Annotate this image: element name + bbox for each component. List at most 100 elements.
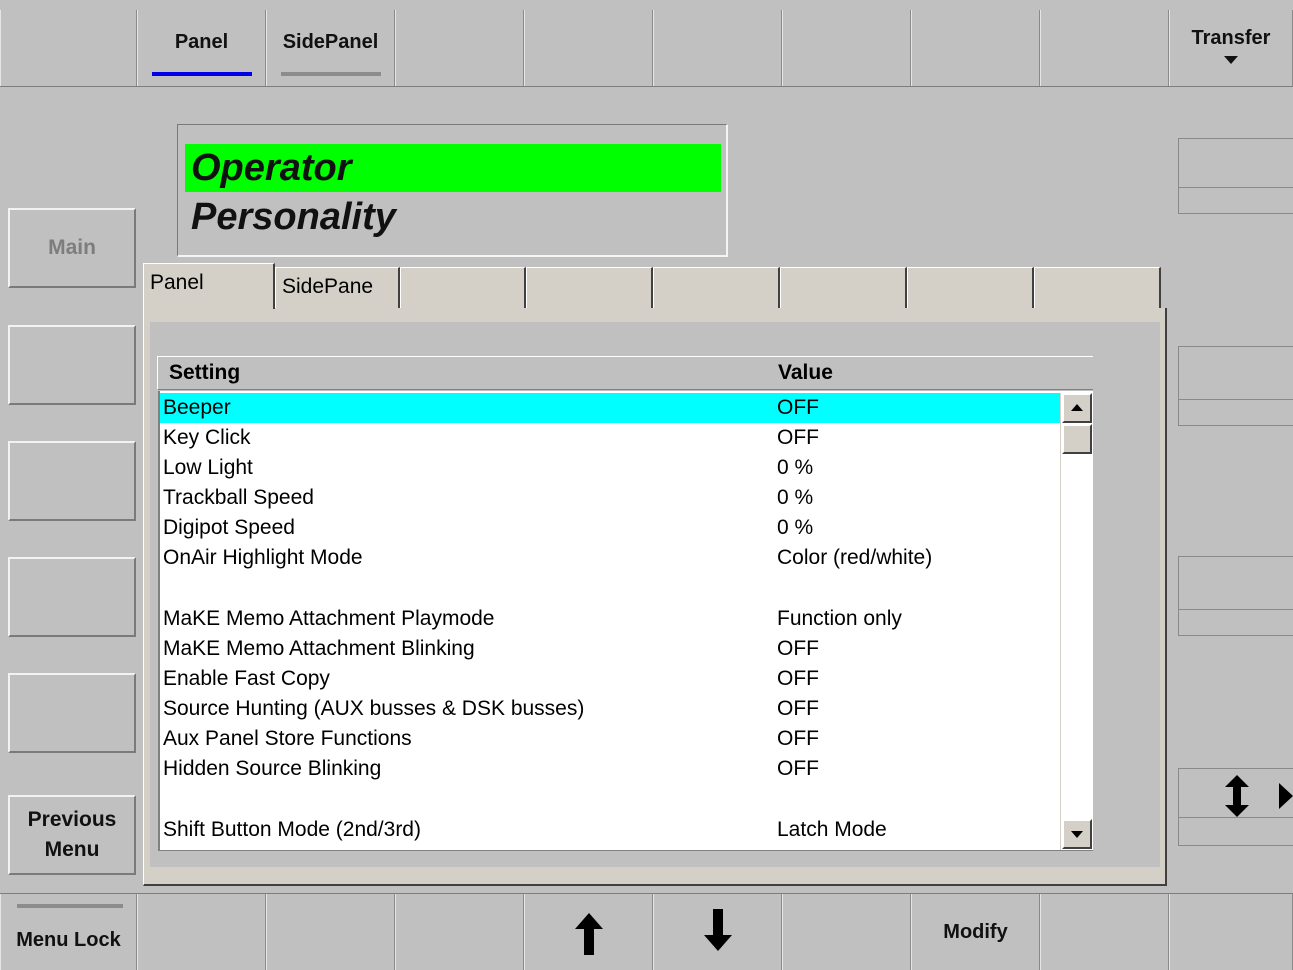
inner-tab-sidepane[interactable]: SidePane bbox=[275, 267, 400, 309]
inner-tab-empty-4[interactable] bbox=[780, 267, 907, 309]
table-row[interactable]: Enable Fast Copy OFF bbox=[160, 664, 1060, 694]
scroll-down-arrow-icon bbox=[1071, 831, 1083, 838]
top-bar-empty-6[interactable] bbox=[911, 10, 1040, 86]
bottom-bar-empty-2[interactable] bbox=[266, 894, 395, 970]
value-cell: OFF bbox=[777, 727, 819, 750]
left-empty-button-3[interactable] bbox=[8, 557, 136, 637]
top-tab-panel[interactable]: Panel bbox=[137, 10, 266, 86]
modify-button[interactable]: Modify bbox=[911, 894, 1040, 970]
right-empty-button-2[interactable] bbox=[1178, 346, 1293, 426]
bottom-bar-empty-4[interactable] bbox=[782, 894, 911, 970]
active-tab-underline bbox=[152, 72, 252, 76]
vertical-resize-arrows-icon bbox=[1225, 775, 1249, 817]
transfer-button[interactable]: Transfer bbox=[1169, 10, 1293, 86]
table-row[interactable]: MaKE Memo Attachment Blinking OFF bbox=[160, 634, 1060, 664]
scroll-down-button[interactable] bbox=[1062, 819, 1092, 849]
table-row[interactable]: Key Click OFF bbox=[160, 423, 1060, 453]
setting-cell: Source Hunting (AUX busses & DSK busses) bbox=[163, 697, 585, 720]
menu-lock-indicator bbox=[17, 904, 123, 908]
top-bar-empty-3[interactable] bbox=[524, 10, 653, 86]
top-bar-empty-2[interactable] bbox=[395, 10, 524, 86]
vertical-scrollbar[interactable] bbox=[1060, 393, 1092, 850]
bottom-bar-empty-1[interactable] bbox=[137, 894, 266, 970]
inner-tab-panel-label: Panel bbox=[150, 271, 204, 294]
bottom-bar-empty-6[interactable] bbox=[1169, 894, 1293, 970]
inactive-tab-underline bbox=[281, 72, 381, 76]
inner-tab-empty-5[interactable] bbox=[907, 267, 1034, 309]
inner-tab-sidepane-label: SidePane bbox=[282, 275, 374, 298]
scroll-down-arrow-button[interactable] bbox=[653, 894, 782, 970]
setting-cell: Hidden Source Blinking bbox=[163, 757, 382, 780]
top-bar-divider bbox=[0, 86, 1293, 87]
value-cell: 0 % bbox=[777, 456, 814, 479]
scroll-up-arrow-icon bbox=[1071, 404, 1083, 411]
title-line-personality: Personality bbox=[191, 196, 396, 238]
value-cell: Function only bbox=[777, 607, 902, 630]
down-arrow-icon bbox=[703, 909, 732, 951]
top-tab-sidepanel-label: SidePanel bbox=[282, 30, 379, 53]
value-cell: 0 % bbox=[777, 486, 814, 509]
settings-list[interactable]: Beeper OFF Key Click OFF Low Light 0 % T… bbox=[158, 391, 1093, 851]
header-value: Value bbox=[778, 361, 833, 384]
bottom-bar-empty-5[interactable] bbox=[1040, 894, 1169, 970]
value-cell: Color (red/white) bbox=[777, 546, 933, 569]
top-bar-empty-5[interactable] bbox=[782, 10, 911, 86]
setting-cell: Low Light bbox=[163, 456, 253, 479]
inner-tab-empty-6[interactable] bbox=[1034, 267, 1161, 309]
right-empty-button-1[interactable] bbox=[1178, 138, 1293, 214]
left-empty-button-4[interactable] bbox=[8, 673, 136, 753]
top-bar-empty-4[interactable] bbox=[653, 10, 782, 86]
top-caption bbox=[0, 0, 1293, 10]
top-tab-panel-label: Panel bbox=[174, 30, 229, 53]
left-empty-button-1[interactable] bbox=[8, 325, 136, 405]
header-setting: Setting bbox=[169, 361, 241, 384]
table-header: Setting Value bbox=[157, 356, 1093, 390]
table-row[interactable]: Aux Panel Store Functions OFF bbox=[160, 724, 1060, 754]
inner-tab-panel[interactable]: Panel bbox=[143, 263, 275, 309]
scroll-up-button[interactable] bbox=[1062, 393, 1092, 423]
top-bar-empty-1 bbox=[0, 10, 137, 86]
setting-cell: Beeper bbox=[163, 396, 231, 419]
table-row-beeper[interactable]: Beeper OFF bbox=[160, 393, 1060, 423]
right-empty-button-3[interactable] bbox=[1178, 556, 1293, 636]
dropdown-arrow-icon bbox=[1224, 55, 1238, 64]
value-cell: OFF bbox=[777, 426, 819, 449]
setting-cell: Aux Panel Store Functions bbox=[163, 727, 412, 750]
table-row[interactable]: Digipot Speed 0 % bbox=[160, 513, 1060, 543]
bottom-bar-empty-3[interactable] bbox=[395, 894, 524, 970]
value-cell: OFF bbox=[777, 697, 819, 720]
inner-tab-empty-1[interactable] bbox=[400, 267, 526, 309]
table-row[interactable]: Low Light 0 % bbox=[160, 453, 1060, 483]
table-row[interactable]: Shift Button Mode (2nd/3rd) Latch Mode bbox=[160, 815, 1060, 845]
table-row[interactable]: Hidden Source Blinking OFF bbox=[160, 754, 1060, 784]
value-cell: OFF bbox=[777, 396, 819, 419]
inner-tab-empty-3[interactable] bbox=[653, 267, 780, 309]
transfer-label: Transfer bbox=[1191, 26, 1271, 49]
table-row[interactable]: MaKE Memo Attachment Playmode Function o… bbox=[160, 604, 1060, 634]
setting-cell: Enable Fast Copy bbox=[163, 667, 330, 690]
setting-cell: Key Click bbox=[163, 426, 251, 449]
value-cell: OFF bbox=[777, 637, 819, 660]
setting-cell: MaKE Memo Attachment Blinking bbox=[163, 637, 475, 660]
title-box: Operator Personality bbox=[177, 124, 728, 257]
up-arrow-icon bbox=[574, 913, 603, 955]
setting-cell: Shift Button Mode (2nd/3rd) bbox=[163, 818, 421, 841]
setting-cell: OnAir Highlight Mode bbox=[163, 546, 363, 569]
scroll-thumb[interactable] bbox=[1062, 424, 1092, 454]
table-row[interactable]: Source Hunting (AUX busses & DSK busses)… bbox=[160, 694, 1060, 724]
right-scroll-button[interactable] bbox=[1178, 768, 1293, 846]
table-row[interactable]: OnAir Highlight Mode Color (red/white) bbox=[160, 543, 1060, 573]
table-row-blank bbox=[160, 784, 1060, 814]
left-empty-button-2[interactable] bbox=[8, 441, 136, 521]
previous-menu-button[interactable]: Previous Menu bbox=[8, 795, 136, 875]
menu-lock-button[interactable]: Menu Lock bbox=[0, 894, 137, 970]
table-row[interactable]: Trackball Speed 0 % bbox=[160, 483, 1060, 513]
title-line-operator: Operator bbox=[185, 144, 721, 192]
scroll-up-arrow-button[interactable] bbox=[524, 894, 653, 970]
top-bar-empty-7[interactable] bbox=[1040, 10, 1169, 86]
top-tab-sidepanel[interactable]: SidePanel bbox=[266, 10, 395, 86]
modify-label: Modify bbox=[943, 920, 1008, 943]
inner-tab-empty-2[interactable] bbox=[526, 267, 653, 309]
right-arrow-icon bbox=[1279, 783, 1293, 809]
main-button[interactable]: Main bbox=[8, 208, 136, 288]
